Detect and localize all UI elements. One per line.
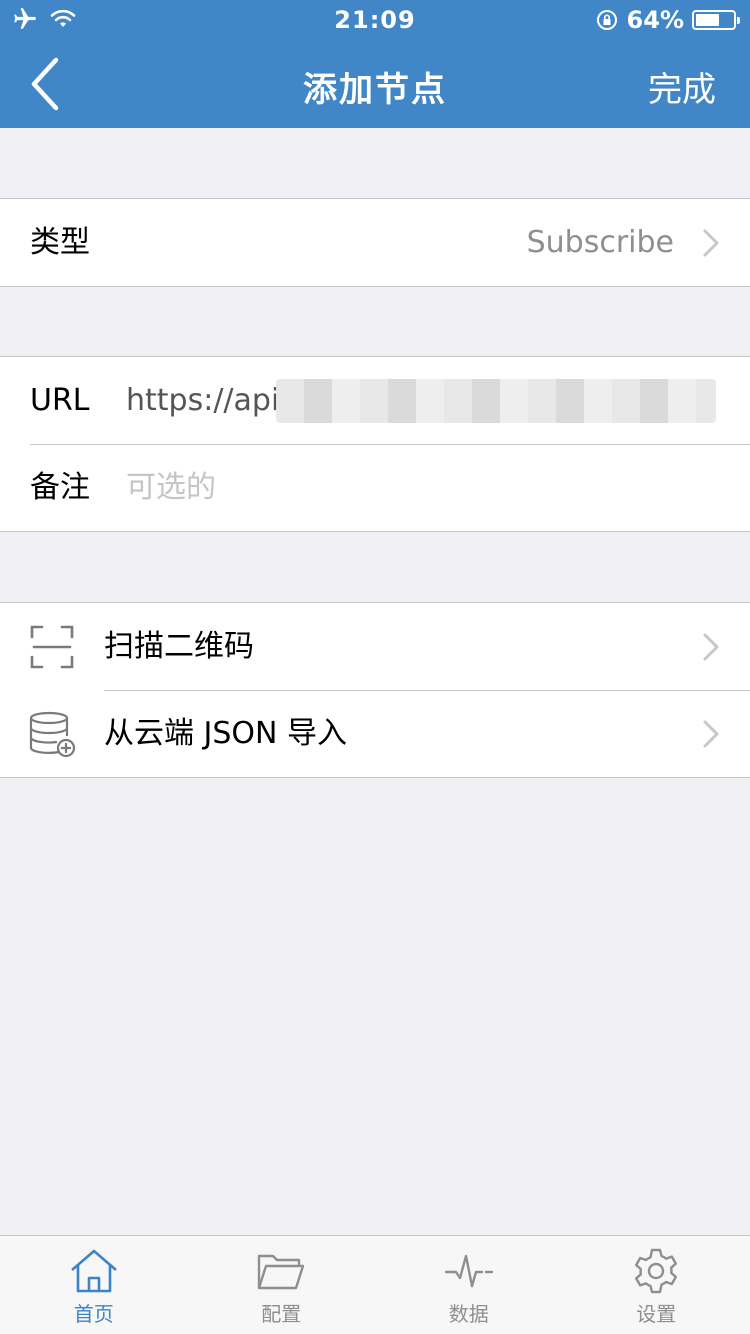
activity-icon: [444, 1254, 493, 1288]
tab-data-label: 数据: [448, 1302, 489, 1326]
folder-icon: [258, 1254, 305, 1290]
database-add-icon: [29, 711, 76, 758]
chevron-right-icon: [703, 633, 719, 661]
tab-data[interactable]: 数据: [375, 1236, 563, 1334]
chevron-right-icon: [703, 720, 719, 748]
tab-config[interactable]: 配置: [188, 1236, 376, 1334]
tab-bar: 首页 配置 数据 设置: [0, 1235, 750, 1334]
url-label: URL: [30, 383, 90, 418]
chevron-right-icon: [703, 229, 719, 257]
tab-settings[interactable]: 设置: [563, 1236, 750, 1334]
battery-percentage: 64%: [626, 6, 684, 34]
qr-scan-icon: [30, 625, 74, 669]
orientation-lock-icon: [596, 10, 617, 30]
home-icon: [70, 1249, 117, 1293]
note-label: 备注: [30, 470, 90, 505]
tab-settings-label: 设置: [636, 1302, 677, 1326]
scan-qr-label: 扫描二维码: [104, 629, 254, 664]
type-value: Subscribe: [526, 225, 674, 260]
import-section: 扫描二维码 从云端 JSON 导入: [0, 602, 750, 778]
tab-home-label: 首页: [73, 1302, 114, 1326]
battery-fill: [696, 14, 719, 26]
navigation-bar: 添加节点 完成: [0, 40, 750, 128]
fields-section: URL https://api 备注 可选的: [0, 356, 750, 532]
type-section: 类型 Subscribe: [0, 198, 750, 287]
scan-qr-row[interactable]: 扫描二维码: [0, 603, 750, 690]
cloud-json-row[interactable]: 从云端 JSON 导入: [0, 690, 750, 777]
note-row: 备注 可选的: [0, 444, 750, 531]
status-right: 64%: [595, 6, 740, 34]
url-value: https://api: [126, 383, 280, 418]
note-field[interactable]: 可选的: [126, 444, 720, 531]
tab-home[interactable]: 首页: [0, 1236, 188, 1334]
gear-icon: [635, 1248, 678, 1294]
tab-config-label: 配置: [261, 1302, 302, 1326]
status-bar: 21:09 64%: [0, 0, 750, 40]
type-label: 类型: [30, 225, 90, 260]
cloud-json-label: 从云端 JSON 导入: [104, 716, 348, 751]
top-bar: 21:09 64% 添加节点 完成: [0, 0, 750, 128]
type-row[interactable]: 类型 Subscribe: [0, 199, 750, 286]
redacted-url-blur: [276, 379, 716, 423]
done-button[interactable]: 完成: [648, 62, 716, 111]
page-title: 添加节点: [303, 70, 447, 110]
url-row: URL https://api: [0, 357, 750, 444]
battery-icon: [692, 10, 740, 30]
